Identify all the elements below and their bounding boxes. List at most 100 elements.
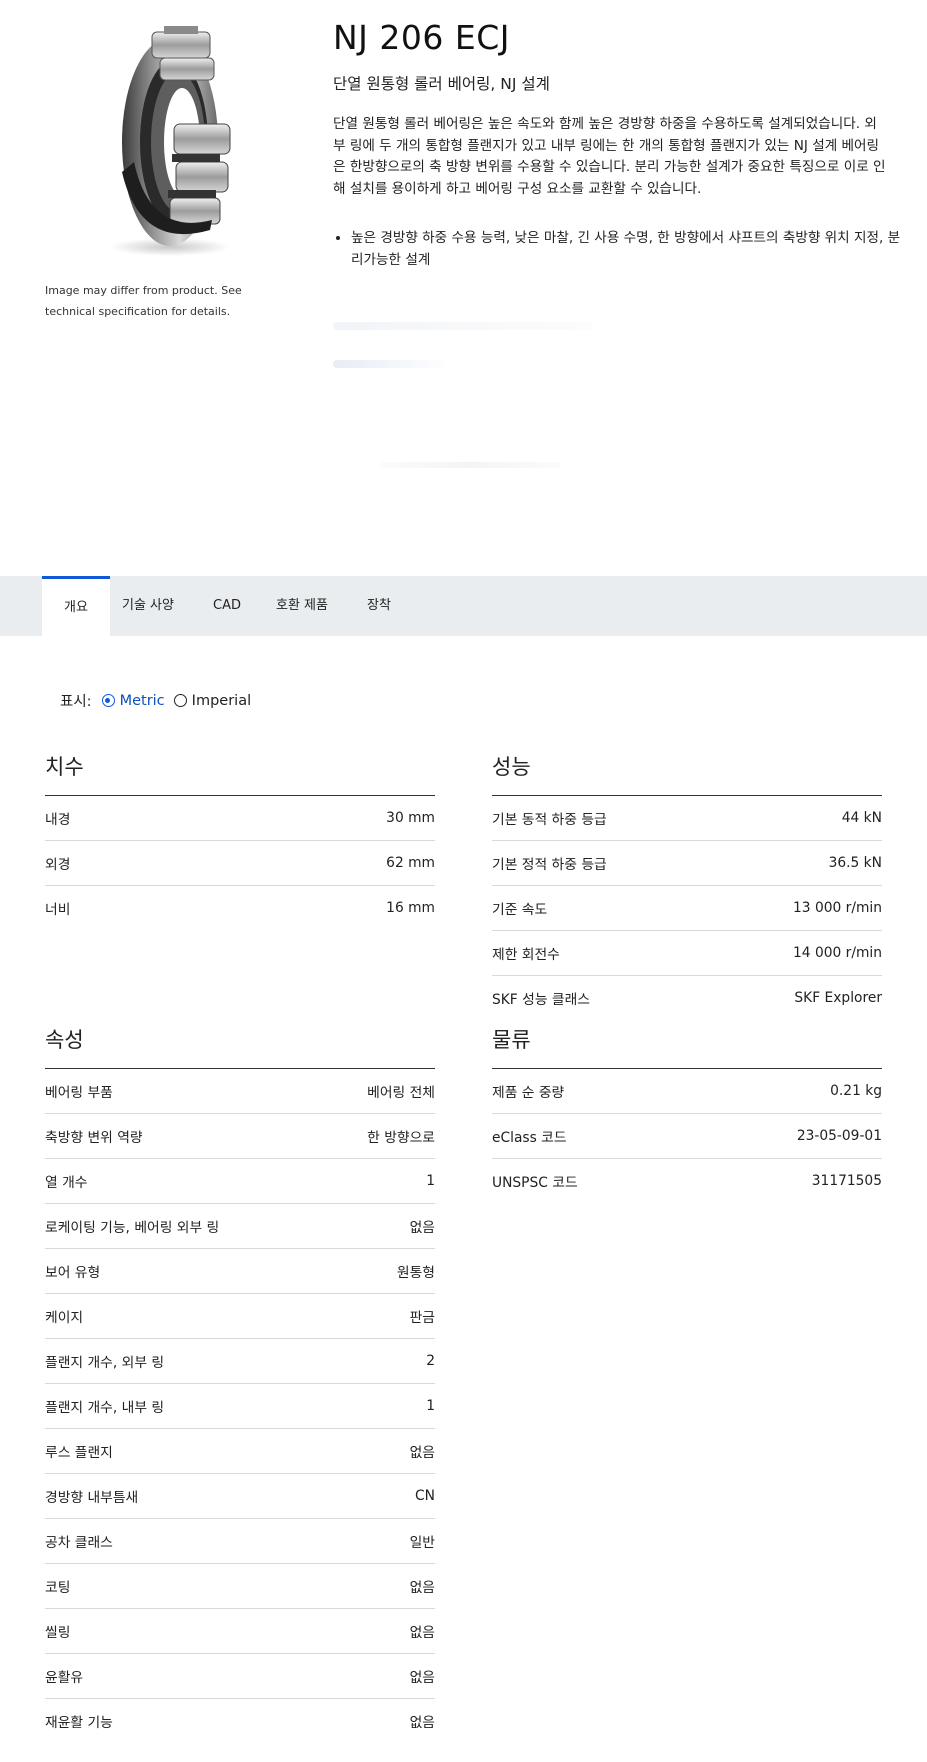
spec-row: 베어링 부품 베어링 전체 <box>45 1069 435 1114</box>
imperial-radio[interactable]: Imperial <box>173 692 252 709</box>
spec-label: 경방향 내부틈새 <box>45 1490 139 1506</box>
section-title: 물류 <box>492 1028 531 1052</box>
spec-value: SKF Explorer <box>794 990 882 1006</box>
spec-table: 베어링 부품 베어링 전체축방향 변위 역량 한 방향으로열 개수 1 로케이팅 기능,… <box>45 1069 435 1743</box>
section-title: 치수 <box>45 755 84 779</box>
spec-row: 플랜지 개수, 내부 링 1 <box>45 1384 435 1429</box>
feature-item: 높은 경방향 하중 수용 능력, 낮은 마찰, 긴 사용 수명, 한 방향에서 … <box>351 228 906 271</box>
loading-placeholder <box>333 360 453 368</box>
spec-row: SKF 성능 클래스 SKF Explorer <box>492 976 882 1020</box>
spec-table: 제품 순 중량 0.21 kg eClass 코드 23-05-09-01 UNSPSC… <box>492 1069 882 1203</box>
spec-value: 없음 <box>409 1715 435 1731</box>
spec-value: 없음 <box>409 1625 435 1641</box>
metric-radio[interactable]: Metric <box>101 692 165 709</box>
product-description: 단열 원통형 롤러 베어링은 높은 속도와 함께 높은 경방향 하중을 수용하도… <box>333 116 886 197</box>
spec-label: 기준 속도 <box>492 902 548 918</box>
spec-table: 기본 동적 하중 등급 44 kN 기본 정적 하중 등급 36.5 kN 기준 속도 1… <box>492 796 882 1020</box>
spec-value: 일반 <box>409 1535 435 1551</box>
radio-empty-icon[interactable] <box>173 694 187 707</box>
spec-label: 플랜지 개수, 내부 링 <box>45 1400 165 1416</box>
spec-value: 없음 <box>409 1580 435 1596</box>
tab-mounting[interactable]: 장착 <box>349 576 409 636</box>
loading-placeholder <box>333 322 593 330</box>
spec-value: 없음 <box>409 1445 435 1461</box>
spec-label: 기본 동적 하중 등급 <box>492 812 607 828</box>
spec-value: 44 kN <box>841 810 882 826</box>
spec-row: 기본 동적 하중 등급 44 kN <box>492 796 882 841</box>
spec-label: 너비 <box>45 902 71 918</box>
spec-row: 보어 유형 원통형 <box>45 1249 435 1294</box>
spec-value: 베어링 전체 <box>367 1085 435 1101</box>
tab-bar: 개요 기술 사양 CAD 호환 제품 장착 <box>0 576 927 636</box>
spec-label: 제품 순 중량 <box>492 1085 565 1101</box>
radio-selected-icon[interactable] <box>101 694 115 707</box>
spec-label: UNSPSC 코드 <box>492 1175 578 1191</box>
spec-row: 루스 플랜지 없음 <box>45 1429 435 1474</box>
spec-label: 루스 플랜지 <box>45 1445 113 1461</box>
spec-label: SKF 성능 클래스 <box>492 992 590 1008</box>
bearing-product-image <box>110 26 231 256</box>
spec-row: UNSPSC 코드 31171505 <box>492 1159 882 1203</box>
spec-value: 23-05-09-01 <box>796 1128 882 1144</box>
spec-label: 씰링 <box>45 1625 71 1641</box>
spec-row: 축방향 변위 역량 한 방향으로 <box>45 1114 435 1159</box>
spec-value: 16 mm <box>386 900 435 916</box>
product-hero: Image may differ from product. See techn… <box>0 0 927 575</box>
spec-label: 열 개수 <box>45 1175 88 1191</box>
section-title: 성능 <box>492 755 531 779</box>
spec-label: 보어 유형 <box>45 1265 101 1281</box>
imperial-label: Imperial <box>191 692 252 709</box>
spec-label: 베어링 부품 <box>45 1085 113 1101</box>
unit-toggle: 표시: Metric Imperial <box>60 690 260 711</box>
spec-row: 제품 순 중량 0.21 kg <box>492 1069 882 1114</box>
spec-value: 13 000 r/min <box>793 900 882 916</box>
spec-row: 재윤활 기능 없음 <box>45 1699 435 1743</box>
spec-row: 열 개수 1 <box>45 1159 435 1204</box>
loading-placeholder <box>380 462 560 468</box>
spec-label: 케이지 <box>45 1310 84 1326</box>
spec-row: 내경 30 mm <box>45 796 435 841</box>
section-logistics: 물류 제품 순 중량 0.21 kg eClass 코드 23-05-09-01 UNS… <box>492 1025 882 1203</box>
spec-value: 없음 <box>409 1220 435 1236</box>
product-subtitle: 단열 원통형 롤러 베어링, NJ 설계 <box>333 75 550 93</box>
tab-technical-spec[interactable]: 기술 사양 <box>104 576 192 636</box>
spec-row: 너비 16 mm <box>45 886 435 930</box>
spec-row: 씰링 없음 <box>45 1609 435 1654</box>
tab-cad[interactable]: CAD <box>195 576 259 636</box>
spec-row: 공차 클래스 일반 <box>45 1519 435 1564</box>
spec-label: 윤활유 <box>45 1670 84 1686</box>
tab-overview[interactable]: 개요 <box>42 576 110 636</box>
unit-toggle-label: 표시: <box>60 694 92 710</box>
spec-value: 한 방향으로 <box>367 1130 435 1146</box>
spec-value: 62 mm <box>386 855 435 871</box>
spec-value: 판금 <box>409 1310 435 1326</box>
spec-label: 축방향 변위 역량 <box>45 1130 143 1146</box>
spec-value: 14 000 r/min <box>793 945 882 961</box>
spec-value: 1 <box>426 1173 435 1189</box>
spec-row: 로케이팅 기능, 베어링 외부 링 없음 <box>45 1204 435 1249</box>
spec-label: 기본 정적 하중 등급 <box>492 857 607 873</box>
spec-label: 플랜지 개수, 외부 링 <box>45 1355 165 1371</box>
spec-value: 2 <box>426 1353 435 1369</box>
metric-label: Metric <box>119 692 165 709</box>
spec-value: 31171505 <box>811 1173 882 1189</box>
section-properties: 속성 베어링 부품 베어링 전체 축방향 변위 역량 한 방향으로 열 개수 1 로케이팅 … <box>45 1025 435 1743</box>
spec-label: 제한 회전수 <box>492 947 560 963</box>
spec-row: 경방향 내부틈새 CN <box>45 1474 435 1519</box>
spec-row: eClass 코드 23-05-09-01 <box>492 1114 882 1159</box>
spec-row: 케이지 판금 <box>45 1294 435 1339</box>
spec-label: 코팅 <box>45 1580 71 1596</box>
spec-value: 0.21 kg <box>830 1083 882 1099</box>
spec-value: 없음 <box>409 1670 435 1686</box>
spec-label: eClass 코드 <box>492 1130 567 1146</box>
spec-table: 내경 30 mm 외경 62 mm 너비 16 mm <box>45 796 435 930</box>
spec-label: 내경 <box>45 812 71 828</box>
spec-label: 재윤활 기능 <box>45 1715 113 1731</box>
spec-row: 윤활유 없음 <box>45 1654 435 1699</box>
tab-compatible-products[interactable]: 호환 제품 <box>258 576 346 636</box>
spec-value: CN <box>415 1488 435 1504</box>
spec-row: 플랜지 개수, 외부 링 2 <box>45 1339 435 1384</box>
section-dimensions: 치수 내경 30 mm 외경 62 mm 너비 16 mm <box>45 752 435 930</box>
spec-value: 36.5 kN <box>828 855 882 871</box>
spec-row: 외경 62 mm <box>45 841 435 886</box>
